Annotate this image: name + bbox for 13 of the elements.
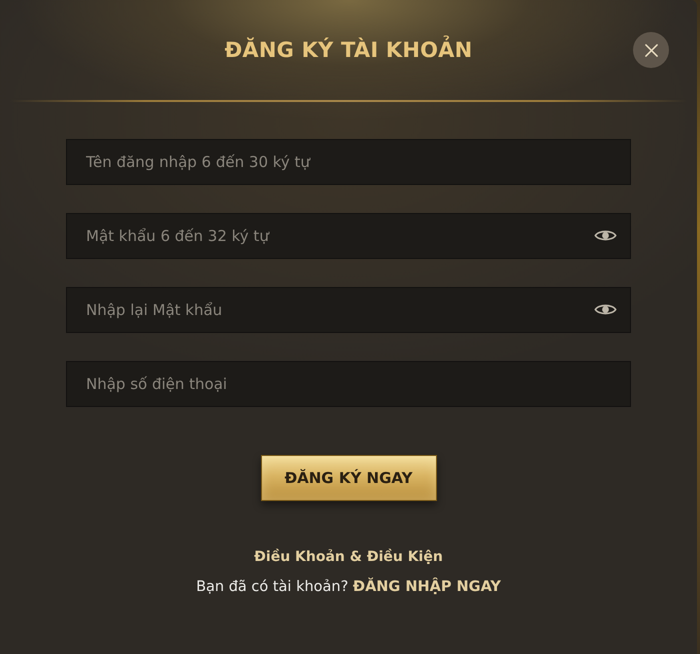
close-button[interactable]: [633, 32, 669, 68]
input-field[interactable]: Nhập số điện thoại: [66, 361, 631, 407]
close-icon: [644, 44, 658, 56]
terms-link[interactable]: Điều Khoản & Điều Kiện: [254, 549, 443, 565]
eye-icon[interactable]: [594, 228, 617, 243]
eye-icon[interactable]: [594, 302, 617, 317]
login-link[interactable]: ĐĂNG NHẬP NGAY: [352, 579, 501, 595]
register-button[interactable]: ĐĂNG KÝ NGAY: [260, 455, 436, 501]
login-prompt: Bạn đã có tài khoản? ĐĂNG NHẬP NGAY: [196, 579, 501, 595]
input-field[interactable]: Tên đăng nhập 6 đến 30 ký tự: [66, 139, 631, 185]
password-field[interactable]: Mật khẩu 6 đến 32 ký tự: [66, 213, 631, 259]
dialog-title: ĐĂNG KÝ TÀI KHOẢN: [224, 38, 472, 62]
password-field[interactable]: Nhập lại Mật khẩu: [66, 287, 631, 333]
